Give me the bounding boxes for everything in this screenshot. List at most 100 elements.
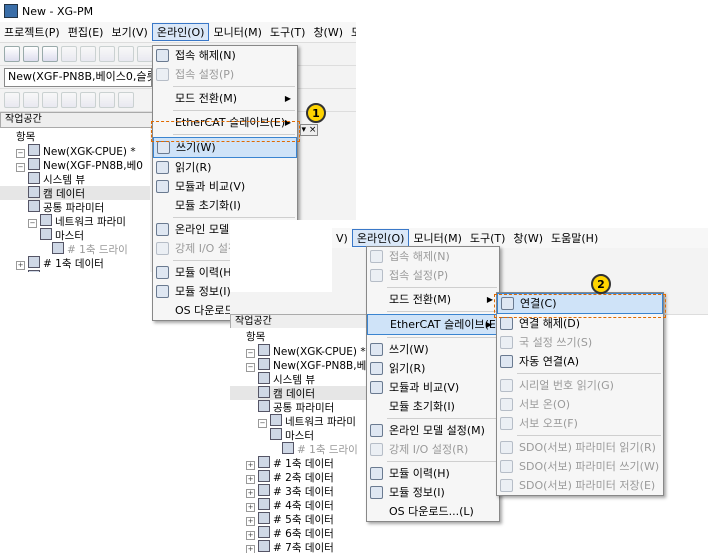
expand-icon[interactable]: −: [246, 363, 255, 372]
expand-icon[interactable]: −: [16, 163, 25, 172]
menu-item[interactable]: 자동 연결(A): [497, 352, 663, 371]
menu-item[interactable]: 모듈 초기화(I): [153, 196, 297, 215]
tree-item[interactable]: + # 4축 데이터: [230, 498, 370, 512]
tree-node-icon: [40, 214, 52, 226]
menu-item[interactable]: 접속 해제(N): [367, 247, 499, 266]
menubar-item[interactable]: 온라인(O): [151, 23, 210, 41]
menu-item[interactable]: 쓰기(W): [367, 340, 499, 359]
tree-item[interactable]: # 1축 드라이: [230, 442, 370, 456]
menu-item[interactable]: 모듈 정보(I): [367, 483, 499, 502]
tool-icon[interactable]: [42, 92, 58, 108]
tool-icon[interactable]: [118, 92, 134, 108]
tool-icon[interactable]: [137, 46, 153, 62]
menu-item[interactable]: SDO(서보) 파라미터 저장(E): [497, 476, 663, 495]
menu-item[interactable]: 온라인 모델 설정(M): [367, 421, 499, 440]
menu-item[interactable]: 모드 전환(M) ▶: [153, 89, 297, 108]
menu-item[interactable]: 모듈 초기화(I): [367, 397, 499, 416]
expand-icon[interactable]: −: [246, 349, 255, 358]
tree-item[interactable]: 캠 데이터: [0, 186, 150, 200]
tool-icon[interactable]: [118, 46, 134, 62]
menubar-item[interactable]: 온라인(O): [351, 229, 410, 247]
tree-item[interactable]: + # 7축 데이터: [230, 540, 370, 553]
open-folder-icon[interactable]: [23, 46, 39, 62]
expand-icon[interactable]: +: [246, 503, 255, 512]
project-combo[interactable]: New(XGF-PN8B,베이스0,슬롯: [4, 67, 152, 87]
tree-item[interactable]: +# 2축 데이터: [230, 470, 370, 484]
menubar-item[interactable]: 편집(E): [64, 24, 108, 40]
tree-item[interactable]: − New(XGF-PN8B,베0: [0, 158, 150, 172]
tool-icon[interactable]: [61, 92, 77, 108]
menubar-item[interactable]: 창(W): [509, 230, 547, 246]
tree-item[interactable]: 공통 파라미터: [230, 400, 370, 414]
tree-item[interactable]: # 1축 드라이: [0, 242, 150, 256]
tree-item[interactable]: + # 1축 데이터: [0, 256, 150, 270]
close-pane-button[interactable]: ▾ ×: [300, 124, 318, 136]
tool-icon[interactable]: [99, 92, 115, 108]
menubar-item[interactable]: V): [332, 232, 352, 245]
tree-item[interactable]: 공통 파라미터: [0, 200, 150, 214]
expand-icon[interactable]: +: [246, 517, 255, 526]
menu-item[interactable]: 접속 해제(N): [153, 46, 297, 65]
menubar-item[interactable]: 보기(V): [107, 24, 151, 40]
tree-item[interactable]: − New(XGK-CPUE) *: [0, 144, 150, 158]
expand-icon[interactable]: +: [246, 545, 255, 553]
menubar-item[interactable]: 프로젝트(P): [0, 24, 64, 40]
tool-icon[interactable]: [23, 92, 39, 108]
menu-item[interactable]: 모듈과 비교(V): [153, 177, 297, 196]
menu-item[interactable]: 국 설정 쓰기(S): [497, 333, 663, 352]
menu-item[interactable]: 읽기(R): [367, 359, 499, 378]
menu-item[interactable]: 서보 오프(F): [497, 414, 663, 433]
menu-item[interactable]: EtherCAT 슬레이브(E) ▶: [367, 314, 500, 335]
menu-item[interactable]: 접속 설정(P): [153, 65, 297, 84]
menubar-item[interactable]: 도움: [347, 24, 356, 40]
tool-icon[interactable]: [80, 46, 96, 62]
tree-item[interactable]: − New(XGF-PN8B,베0: [230, 358, 373, 372]
tool-icon[interactable]: [99, 46, 115, 62]
menu-item[interactable]: 모듈 이력(H): [367, 464, 499, 483]
tree-item[interactable]: 항목: [0, 130, 150, 144]
tree-item[interactable]: +# 2축 데이터: [0, 270, 150, 272]
tree-item[interactable]: 캠 데이터: [230, 386, 370, 400]
tree-item[interactable]: + # 6축 데이터: [230, 526, 370, 540]
menu-item[interactable]: 시리얼 번호 읽기(G): [497, 376, 663, 395]
menubar-item[interactable]: 창(W): [309, 24, 347, 40]
new-file-icon[interactable]: [4, 46, 20, 62]
menu-item[interactable]: SDO(서보) 파라미터 읽기(R): [497, 438, 663, 457]
tree-item[interactable]: − 네트워크 파라미: [230, 414, 370, 428]
expand-icon[interactable]: +: [16, 261, 25, 270]
menu-item[interactable]: 읽기(R): [153, 158, 297, 177]
tree-item[interactable]: 시스템 뷰: [0, 172, 150, 186]
expand-icon[interactable]: −: [16, 149, 25, 158]
menu-item[interactable]: 서보 온(O): [497, 395, 663, 414]
menubar-item[interactable]: 도구(T): [266, 24, 310, 40]
tree-item[interactable]: − New(XGK-CPUE) *: [230, 344, 370, 358]
menu-item[interactable]: SDO(서보) 파라미터 쓰기(W): [497, 457, 663, 476]
expand-icon[interactable]: −: [28, 219, 37, 228]
menu-item[interactable]: 모드 전환(M) ▶: [367, 290, 499, 309]
menubar-item[interactable]: 도구(T): [466, 230, 510, 246]
tree-item[interactable]: − 네트워크 파라미: [0, 214, 150, 228]
expand-icon[interactable]: −: [258, 419, 267, 428]
tree-item[interactable]: 마스터: [230, 428, 370, 442]
expand-icon[interactable]: +: [246, 475, 255, 484]
menu-item[interactable]: 접속 설정(P): [367, 266, 499, 285]
menubar-item[interactable]: 모니터(M): [209, 24, 265, 40]
save-icon[interactable]: [42, 46, 58, 62]
expand-icon[interactable]: +: [246, 531, 255, 540]
tree-item[interactable]: + # 1축 데이터: [230, 456, 370, 470]
tree-item[interactable]: 항목: [230, 330, 370, 344]
tree-item[interactable]: + # 3축 데이터: [230, 484, 370, 498]
menu-item[interactable]: 강제 I/O 설정(R): [367, 440, 499, 459]
tree-item[interactable]: 시스템 뷰: [230, 372, 370, 386]
tool-icon[interactable]: [80, 92, 96, 108]
expand-icon[interactable]: +: [246, 489, 255, 498]
tool-icon[interactable]: [4, 92, 20, 108]
tree-item[interactable]: + # 5축 데이터: [230, 512, 370, 526]
menubar-item[interactable]: 도움말(H): [547, 230, 602, 246]
menu-item[interactable]: 모듈과 비교(V): [367, 378, 499, 397]
expand-icon[interactable]: +: [246, 461, 255, 470]
tool-icon[interactable]: [61, 46, 77, 62]
tree-item[interactable]: 마스터: [0, 228, 150, 242]
menubar-item[interactable]: 모니터(M): [409, 230, 465, 246]
menu-item[interactable]: OS 다운로드...(L): [367, 502, 499, 521]
